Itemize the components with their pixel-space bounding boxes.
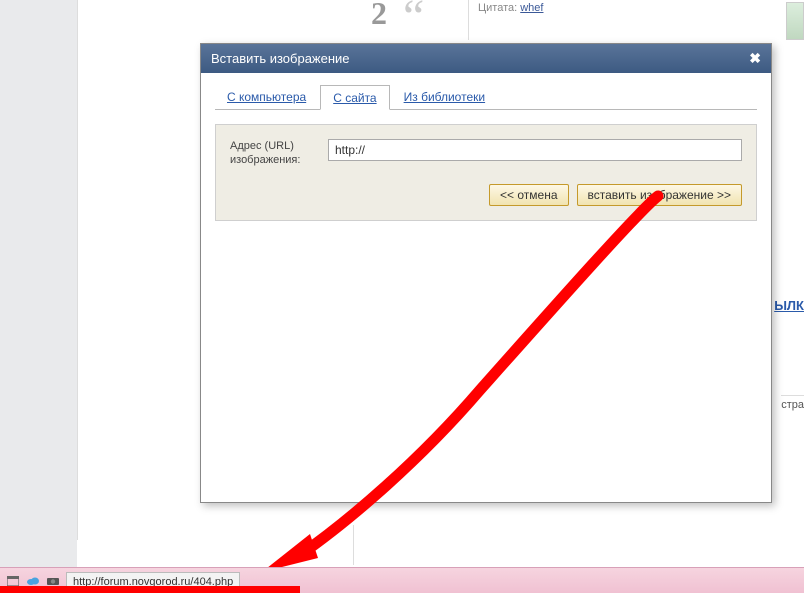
annotation-underline xyxy=(0,586,300,593)
close-icon[interactable]: ✖ xyxy=(749,50,761,67)
dialog-titlebar: Вставить изображение ✖ xyxy=(201,44,771,73)
tab-from-library[interactable]: Из библиотеки xyxy=(392,85,497,109)
form-box: Адрес (URL) изображения: << отмена встав… xyxy=(215,124,757,221)
vote-number: 2 xyxy=(371,0,387,32)
tabs: С компьютера С сайта Из библиотеки xyxy=(215,85,757,110)
quote-label: Цитата: xyxy=(478,2,517,14)
tab-from-computer[interactable]: С компьютера xyxy=(215,85,318,109)
tabs-row: С компьютера С сайта Из библиотеки xyxy=(201,73,771,110)
divider xyxy=(353,525,354,565)
quote-author-link[interactable]: whef xyxy=(520,2,543,14)
footer-note-right: стра xyxy=(781,395,804,411)
cancel-button[interactable]: << отмена xyxy=(489,184,568,206)
divider xyxy=(468,0,469,40)
dialog-title: Вставить изображение xyxy=(211,51,350,66)
button-row: << отмена вставить изображение >> xyxy=(230,184,742,206)
url-input[interactable] xyxy=(328,139,742,161)
url-field-label: Адрес (URL) изображения: xyxy=(230,139,318,168)
insert-image-button[interactable]: вставить изображение >> xyxy=(577,184,742,206)
insert-image-dialog: Вставить изображение ✖ С компьютера С са… xyxy=(200,43,772,503)
url-field-row: Адрес (URL) изображения: xyxy=(230,139,742,168)
quote-header: Цитата: whef xyxy=(478,2,543,14)
browser-statusbar: http://forum.novgorod.ru/404.php xyxy=(0,567,804,593)
left-gutter xyxy=(0,0,77,570)
thumbnail xyxy=(786,2,804,40)
quote-mark-icon: “ xyxy=(403,0,424,34)
partial-link-right[interactable]: ЫЛК xyxy=(774,298,804,313)
tab-from-site[interactable]: С сайта xyxy=(320,85,389,110)
